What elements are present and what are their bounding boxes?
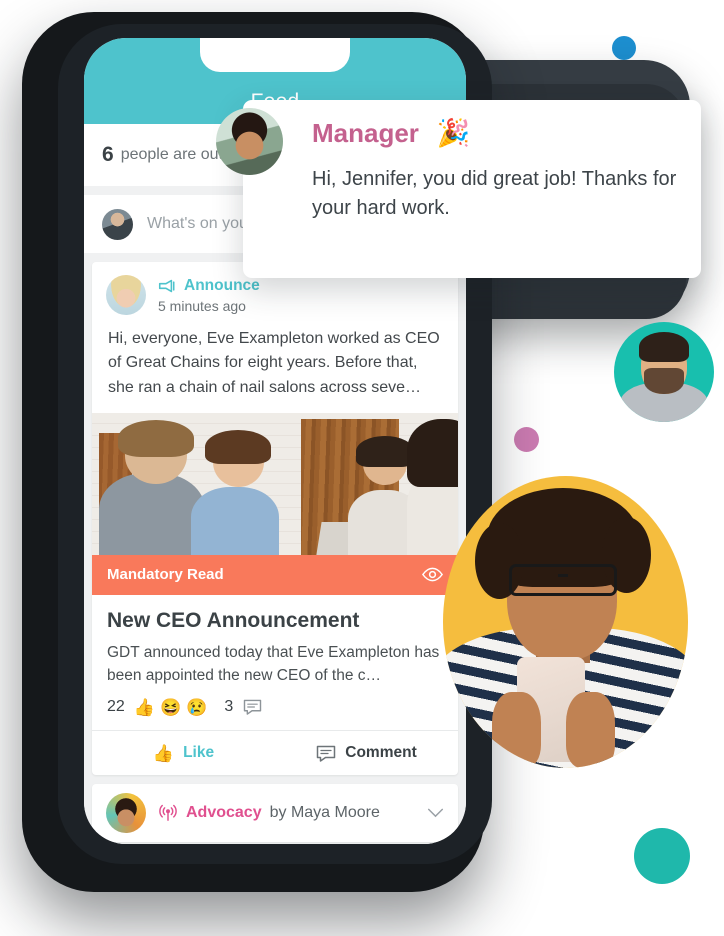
advocacy-line: Advocacy by Maya Moore: [158, 804, 427, 822]
photo-person-1-hair: [117, 420, 195, 457]
woman-glasses: [509, 563, 617, 596]
reaction-laugh-icon[interactable]: 😆: [160, 699, 181, 716]
like-button[interactable]: 👍 Like: [92, 731, 275, 775]
decorative-blue-dot: [612, 36, 636, 60]
woman-hand-left: [492, 692, 541, 768]
composer-avatar: [102, 208, 133, 240]
party-popper-icon: 🎉: [436, 118, 471, 148]
comment-count: 3: [224, 698, 234, 716]
article-image[interactable]: [92, 412, 458, 555]
advocacy-card[interactable]: Advocacy by Maya Moore: [92, 784, 458, 843]
mandatory-read-banner[interactable]: Mandatory Read: [92, 554, 458, 595]
out-of-office-label: people are out: [120, 146, 223, 163]
post-type-line: Announce: [158, 277, 260, 295]
out-of-office-count: 6: [102, 143, 114, 166]
woman-hand-right: [565, 692, 615, 768]
notification-card[interactable]: Manager 🎉 Hi, Jennifer, you did great jo…: [216, 100, 701, 278]
post-type-label: Announce: [184, 276, 260, 294]
advocacy-author-avatar[interactable]: [106, 793, 146, 834]
megaphone-icon: [158, 279, 175, 292]
photo-person-2-body: [190, 486, 279, 555]
notification-message: Hi, Jennifer, you did great job! Thanks …: [312, 168, 677, 220]
thumbs-up-icon: 👍: [152, 743, 175, 763]
notification-header: Manager 🎉: [312, 118, 677, 149]
notification-sender: Manager: [312, 118, 419, 148]
decorative-teal-dot: [634, 828, 690, 884]
broadcast-icon: [159, 805, 177, 822]
comment-button[interactable]: Comment: [275, 731, 458, 775]
comment-icon[interactable]: [243, 699, 262, 716]
mandatory-read-label: Mandatory Read: [107, 566, 224, 584]
comment-label: Comment: [345, 744, 417, 762]
photo-person-4-hair: [406, 418, 458, 487]
photo-person-2-hair: [205, 429, 272, 465]
post-card: Announce 5 minutes ago Hi, everyone, Eve…: [92, 262, 458, 776]
advocacy-author-label: by Maya Moore: [269, 804, 380, 822]
reaction-thumbs-up-icon[interactable]: 👍: [134, 699, 155, 716]
post-timestamp: 5 minutes ago: [158, 297, 246, 314]
article-body: New CEO Announcement GDT announced today…: [92, 595, 458, 731]
screenshot-stage: Feed 6 people are out What's on your m: [0, 0, 724, 936]
phone-notch: [200, 38, 350, 72]
post-author-avatar[interactable]: [106, 275, 146, 315]
chevron-down-icon[interactable]: [427, 808, 444, 818]
like-label: Like: [183, 744, 215, 762]
man-avatar-photo: [614, 322, 714, 422]
photo-person-1-body: [99, 472, 206, 555]
manager-avatar: [216, 108, 283, 175]
article-description: GDT announced today that Eve Exampleton …: [107, 643, 440, 685]
post-body-text: Hi, everyone, Eve Exampleton worked as C…: [108, 330, 440, 396]
advocacy-type-label: Advocacy: [186, 804, 262, 822]
eye-icon[interactable]: [422, 567, 443, 582]
reaction-row: 22 👍 😆 😢 3: [107, 698, 443, 720]
comment-icon: [317, 745, 336, 762]
photo-person-3-hair: [355, 435, 415, 467]
woman-with-phone-photo: [443, 476, 688, 768]
decorative-pink-dot: [514, 427, 539, 452]
reaction-cry-icon[interactable]: 😢: [186, 699, 207, 716]
post-meta: Announce 5 minutes ago: [158, 275, 260, 315]
reaction-count: 22: [107, 698, 125, 716]
man-beard: [644, 368, 684, 394]
article-title[interactable]: New CEO Announcement: [107, 609, 443, 633]
post-action-bar: 👍 Like Comment: [92, 730, 458, 775]
man-hair: [639, 332, 689, 362]
